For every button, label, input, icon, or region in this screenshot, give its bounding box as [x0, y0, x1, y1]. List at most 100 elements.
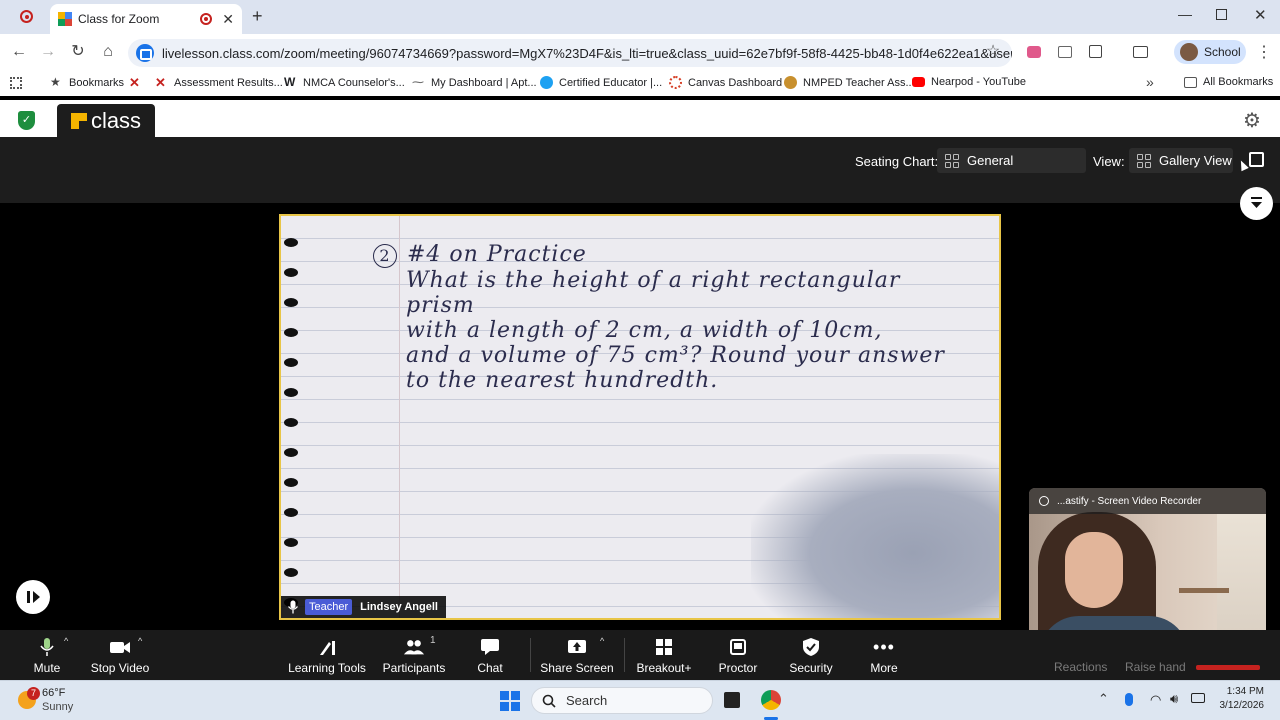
breakout-label: Breakout+ [636, 661, 692, 675]
url-text: livelesson.class.com/zoom/meeting/960747… [162, 45, 1012, 61]
handwritten-problem: 2 #4 on Practice What is the height of a … [373, 242, 973, 393]
audio-options-caret[interactable]: ^ [64, 636, 68, 646]
participants-button[interactable]: Participants [380, 630, 448, 680]
close-window-icon[interactable]: ✕ [1254, 6, 1267, 24]
spiral-hole [284, 358, 298, 367]
proctor-button[interactable]: Proctor [714, 630, 762, 680]
recorder-title-bar[interactable]: ...astify - Screen Video Recorder [1029, 488, 1266, 514]
profile-label: School [1204, 45, 1241, 59]
weather-badge: 7 [27, 687, 40, 700]
chart-line-icon: ⁓ [412, 75, 424, 89]
avatar [1180, 43, 1198, 61]
brand-name: class [90, 107, 142, 133]
volume-icon[interactable]: 🔊︎ [1170, 691, 1178, 707]
bookmark-item[interactable]: ★ Bookmarks [50, 76, 124, 89]
view-dropdown[interactable]: Gallery View [1129, 148, 1233, 173]
raise-hand-button[interactable]: Raise hand [1125, 660, 1186, 674]
learning-tools-label: Learning Tools [288, 661, 366, 675]
meeting-topbar [0, 137, 1280, 203]
site-info-icon[interactable] [136, 44, 154, 62]
problem-line: to the nearest hundredth. [406, 368, 719, 393]
spiral-hole [284, 268, 298, 277]
reactions-button[interactable]: Reactions [1054, 660, 1107, 674]
bookmark-item[interactable]: NMPED Teacher Ass... [784, 76, 915, 89]
url-field[interactable]: livelesson.class.com/zoom/meeting/960747… [128, 39, 1012, 67]
end-meeting-button[interactable] [1196, 665, 1260, 670]
chrome-icon[interactable] [761, 690, 781, 710]
share-options-caret[interactable]: ^ [600, 636, 604, 646]
bookmark-item[interactable]: Nearpod - YouTube [912, 76, 1026, 88]
share-screen-label: Share Screen [540, 661, 614, 675]
seating-chart-dropdown[interactable]: General [937, 148, 1086, 173]
canvas-icon [669, 76, 682, 89]
file-explorer-icon[interactable] [724, 692, 740, 708]
bookmarks-overflow-button[interactable]: » [1146, 74, 1154, 90]
chat-button[interactable]: Chat [472, 630, 508, 680]
clock-time[interactable]: 1:34 PM [1224, 686, 1264, 697]
back-arrow-icon[interactable]: ← [8, 41, 30, 63]
class-logo-icon [70, 112, 87, 129]
minimize-window-icon[interactable]: — [1178, 6, 1192, 22]
participant-name: Lindsey Angell [360, 601, 438, 613]
forward-arrow-icon[interactable]: → [37, 41, 59, 63]
show-hidden-icons-chevron-icon[interactable]: ⌃ [1098, 691, 1109, 707]
weather-temp: 66°F [42, 687, 66, 699]
browser-menu-icon[interactable]: ⋮ [1256, 42, 1272, 62]
more-label: More [870, 661, 898, 675]
clock-date[interactable]: 3/12/2026 [1210, 700, 1265, 711]
stop-video-button[interactable]: Stop Video [88, 630, 152, 680]
spiral-hole [284, 448, 298, 457]
browser-tab-active[interactable]: Class for Zoom ✕ [50, 4, 242, 34]
view-label: View: [1093, 154, 1125, 169]
stop-video-label: Stop Video [90, 661, 150, 675]
windows-start-icon[interactable] [500, 691, 520, 711]
video-camera-icon [109, 636, 131, 658]
bookmark-star-icon[interactable]: ☆ [982, 41, 1004, 63]
bookmark-item[interactable]: W NMCA Counselor's... [284, 76, 405, 89]
puzzle-extensions-icon[interactable] [1089, 45, 1102, 58]
new-tab-button[interactable]: + [252, 6, 263, 27]
browser-tab-strip: Class for Zoom ✕ + — ✕ [0, 0, 1280, 34]
collapse-panel-button[interactable] [1240, 187, 1273, 220]
battery-icon[interactable] [1191, 693, 1205, 703]
webcam-person-face [1065, 532, 1123, 608]
home-icon[interactable]: ⌂ [97, 41, 119, 63]
breakout-button[interactable]: Breakout+ [634, 630, 694, 680]
taskbar-microphone-icon[interactable] [1125, 693, 1133, 706]
learning-tools-button[interactable]: Learning Tools [286, 630, 368, 680]
spiral-hole [284, 418, 298, 427]
bookmark-item[interactable]: ✕ Assessment Results... [155, 76, 283, 89]
bookmark-item[interactable]: Canvas Dashboard [669, 76, 782, 89]
popout-icon[interactable] [1249, 152, 1264, 167]
search-icon [542, 694, 556, 708]
active-speaker-video[interactable]: 2 #4 on Practice What is the height of a … [279, 214, 1001, 620]
all-bookmarks-button[interactable]: All Bookmarks [1184, 76, 1273, 88]
settings-gear-icon[interactable]: ⚙ [1243, 108, 1261, 133]
chat-label: Chat [477, 661, 503, 675]
class-favicon-icon [58, 12, 72, 26]
security-button[interactable]: Security [786, 630, 836, 680]
profile-button[interactable]: School [1174, 40, 1246, 64]
tab-recording-icon [200, 13, 213, 25]
extension-icon[interactable] [1027, 46, 1041, 58]
taskbar-search-field[interactable]: Search [531, 687, 713, 714]
tab-close-icon[interactable]: ✕ [222, 11, 234, 28]
bookmark-item[interactable]: ⁓ My Dashboard | Apt... [412, 76, 537, 89]
tab-search-icon[interactable] [1133, 46, 1148, 58]
recorder-title: ...astify - Screen Video Recorder [1057, 495, 1202, 507]
wifi-icon[interactable]: ◠ [1150, 692, 1161, 708]
bookmark-item[interactable]: ✕ [129, 76, 148, 89]
microphone-icon [36, 636, 58, 658]
apps-grid-icon[interactable] [10, 77, 22, 89]
cast-icon[interactable] [1058, 46, 1072, 58]
restore-window-icon[interactable] [1216, 9, 1227, 20]
recording-indicator-icon [20, 10, 33, 23]
x-logo-icon: ✕ [129, 75, 140, 90]
bookmark-item[interactable]: Certified Educator |... [540, 76, 662, 89]
side-panel-toggle-button[interactable] [16, 580, 50, 614]
security-label: Security [789, 661, 833, 675]
reload-icon[interactable]: ↻ [67, 41, 89, 63]
x-logo-icon: ✕ [155, 75, 166, 90]
video-options-caret[interactable]: ^ [138, 636, 142, 646]
more-button[interactable]: ••• More [866, 630, 902, 680]
